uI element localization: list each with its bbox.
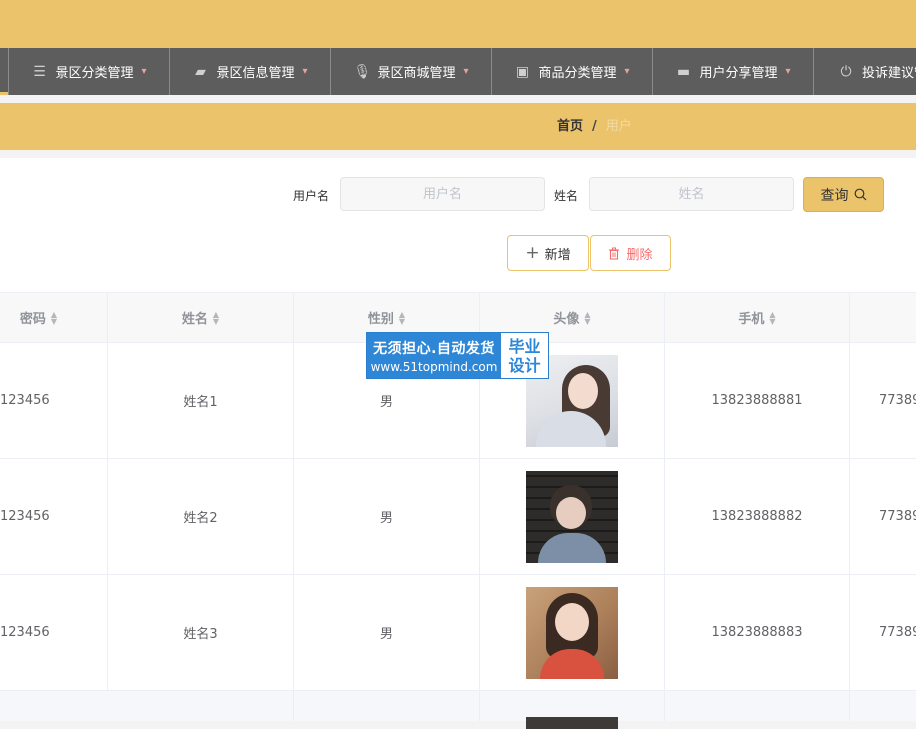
username-input[interactable] [340, 177, 545, 211]
cell-email: 773890002 [879, 509, 916, 524]
table-row[interactable]: 123456 姓名2 男 13823888882 773890002 [0, 459, 916, 575]
cell-name: 姓名3 [108, 575, 294, 690]
power-icon: ⏻ [840, 63, 852, 80]
nav-item-label: 用户分享管理 [699, 66, 778, 81]
breadcrumb-home[interactable]: 首页 [557, 119, 583, 134]
chevron-down-icon: ▾ [141, 66, 147, 77]
avatar[interactable] [526, 586, 618, 679]
breadcrumb-current: 用户 [605, 119, 632, 134]
nav-item-goods-category[interactable]: ▣ 商品分类管理 ▾ [492, 48, 653, 95]
query-button-label: 查询 [820, 187, 849, 204]
sliders-icon: ☰ [33, 63, 46, 80]
cell-name: 姓名1 [108, 343, 294, 458]
avatar[interactable] [526, 470, 618, 563]
cell-password: 123456 [0, 343, 108, 458]
cell-gender [294, 691, 480, 721]
cell-email: 773890001 [879, 393, 916, 408]
table-row[interactable] [0, 691, 916, 729]
watermark-side2: 设计 [508, 355, 541, 375]
name-label: 姓名 [554, 189, 579, 203]
watermark-badge: 无须担心.自动发货 www.51topmind.com 毕业 设计 [366, 332, 549, 379]
cell-password: 123456 [0, 459, 108, 574]
delete-button[interactable]: 删除 [590, 235, 671, 271]
watermark-side: 毕业 设计 [501, 333, 548, 378]
nav-item-label: 投诉建议管理 [862, 66, 916, 81]
cell-avatar [480, 691, 665, 729]
avatar[interactable] [526, 717, 618, 729]
nav-item-label: 景区商城管理 [377, 66, 456, 81]
nav-item-user-share[interactable]: ▬ 用户分享管理 ▾ [653, 48, 814, 95]
chevron-down-icon: ▾ [785, 66, 791, 77]
name-input[interactable] [589, 177, 794, 211]
trash-icon [609, 247, 620, 260]
column-header-email[interactable] [850, 293, 916, 342]
top-header-bar [0, 0, 916, 48]
cell-password: 123456 [0, 575, 108, 690]
search-icon [854, 188, 866, 201]
watermark-line2: www.51topmind.com [370, 359, 498, 374]
nav-item-partial[interactable] [0, 48, 9, 95]
content-panel: 用户名 姓名 查询 + 新增 删除 密码 ▲▼ 姓名 ▲▼ 性别 ▲▼ 头像 ▲▼ 手机… [0, 158, 916, 729]
sort-icon[interactable]: ▲ ▼ [213, 310, 219, 325]
main-nav: ☰ 景区分类管理 ▾ ▰ 景区信息管理 ▾ 🎙 景区商城管理 ▾ ▣ 商品分类管… [0, 48, 916, 95]
nav-item-scenic-category[interactable]: ☰ 景区分类管理 ▾ [9, 48, 170, 95]
column-header-name[interactable]: 姓名 ▲ ▼ [108, 293, 294, 342]
wallet-icon: ▰ [195, 63, 206, 80]
chevron-down-icon: ▾ [463, 66, 469, 77]
column-header-label: 手机 [738, 312, 765, 327]
breadcrumb: 首页 / 用户 [557, 103, 632, 150]
nav-item-complaints[interactable]: ⏻ 投诉建议管理 [814, 48, 916, 95]
breadcrumb-bar: 首页 / 用户 [0, 103, 916, 150]
breadcrumb-separator: / [592, 119, 597, 134]
nav-item-label: 商品分类管理 [538, 66, 617, 81]
column-header-label: 姓名 [181, 312, 208, 327]
sort-icon[interactable]: ▲ ▼ [399, 310, 405, 325]
sort-icon[interactable]: ▲ ▼ [769, 310, 775, 325]
cell-email: 773890003 [879, 625, 916, 640]
table-row[interactable]: 123456 姓名3 男 13823888883 773890003 [0, 575, 916, 691]
add-button[interactable]: + 新增 [507, 235, 589, 271]
column-header-label: 头像 [553, 312, 580, 327]
nav-item-label: 景区信息管理 [216, 66, 295, 81]
cell-name: 姓名2 [108, 459, 294, 574]
chevron-down-icon: ▾ [302, 66, 308, 77]
cell-avatar [480, 575, 665, 690]
briefcase-icon: ▬ [676, 63, 691, 80]
cell-phone: 13823888881 [665, 343, 850, 458]
chevron-down-icon: ▾ [624, 66, 630, 77]
watermark-text-block: 无须担心.自动发货 www.51topmind.com [367, 333, 501, 378]
username-label: 用户名 [293, 189, 330, 203]
plus-icon: + [525, 243, 540, 263]
watermark-line1: 无须担心.自动发货 [373, 340, 495, 357]
cell-phone [665, 691, 850, 721]
watermark-side1: 毕业 [508, 336, 541, 356]
add-button-label: 新增 [544, 247, 571, 263]
nav-item-label: 景区分类管理 [55, 66, 134, 81]
cell-gender: 男 [294, 575, 480, 690]
nav-item-scenic-info[interactable]: ▰ 景区信息管理 ▾ [170, 48, 331, 95]
sort-icon[interactable]: ▲ ▼ [51, 310, 57, 325]
delete-button-label: 删除 [626, 247, 653, 263]
clipboard-icon: ▣ [515, 63, 530, 80]
column-header-label: 密码 [19, 312, 46, 327]
nav-item-scenic-mall[interactable]: 🎙 景区商城管理 ▾ [331, 48, 492, 95]
query-button[interactable]: 查询 [803, 177, 884, 212]
cell-avatar [480, 459, 665, 574]
sort-icon[interactable]: ▲ ▼ [584, 310, 590, 325]
column-header-label: 性别 [367, 312, 394, 327]
microphone-icon: 🎙 [353, 63, 372, 80]
cell-name [108, 691, 294, 721]
column-header-phone[interactable]: 手机 ▲ ▼ [665, 293, 850, 342]
cell-phone: 13823888882 [665, 459, 850, 574]
column-header-password[interactable]: 密码 ▲ ▼ [0, 293, 108, 342]
cell-phone: 13823888883 [665, 575, 850, 690]
cell-gender: 男 [294, 459, 480, 574]
